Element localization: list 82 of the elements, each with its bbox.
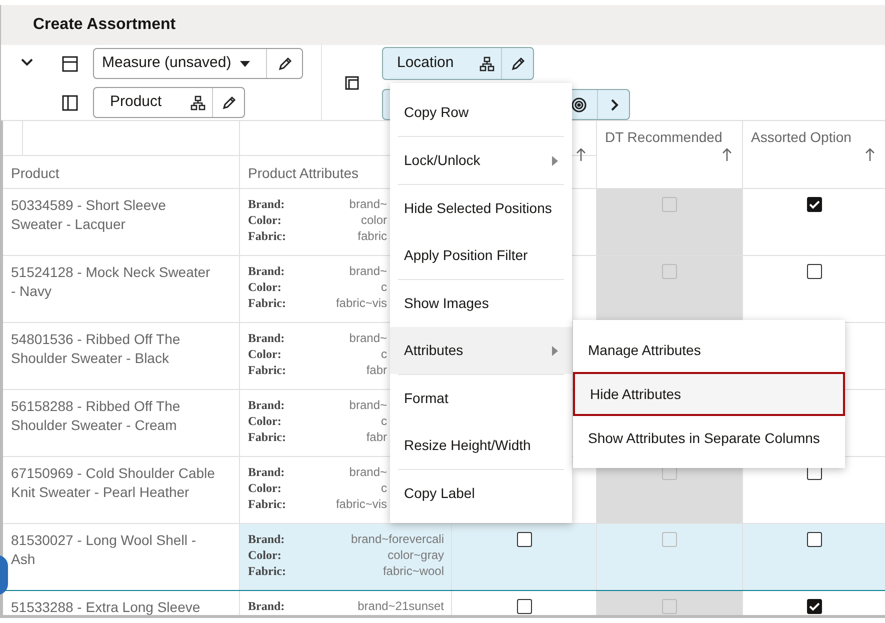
- attribute-value: brand~: [349, 464, 387, 481]
- attribute-value: brand~21sunset: [358, 598, 444, 615]
- product-name[interactable]: 54801536 - Ribbed Off The Shoulder Sweater - Black: [11, 330, 215, 368]
- attribute-value: brand~: [349, 330, 387, 347]
- attribute-label: Fabric:: [248, 295, 286, 312]
- attribute-label: Brand:: [248, 196, 285, 213]
- attribute-label: Brand:: [248, 397, 285, 414]
- menu-item[interactable]: Format: [390, 375, 572, 422]
- product-name[interactable]: 67150969 - Cold Shoulder Cable Knit Sweater - Pearl Heather: [11, 464, 215, 502]
- hierarchy-icon: [190, 94, 206, 110]
- product-name[interactable]: 50334589 - Short Sleeve Sweater - Lacquer: [11, 196, 215, 234]
- column-header[interactable]: Product Attributes: [248, 163, 359, 184]
- menu-item[interactable]: Show Images: [390, 280, 572, 327]
- attribute-value: c: [381, 279, 387, 296]
- column-header[interactable]: Product: [11, 163, 60, 184]
- chevron-right-icon: [608, 98, 618, 110]
- menu-item[interactable]: Copy Row: [390, 89, 572, 136]
- attribute-value: fabric~vis: [336, 295, 387, 312]
- column-header[interactable]: Assorted Option: [751, 127, 852, 148]
- attribute-label: Brand:: [248, 464, 285, 481]
- attribute-value: brand~: [349, 397, 387, 414]
- menu-item[interactable]: Apply Position Filter: [390, 232, 572, 279]
- attribute-value: fabr: [366, 429, 387, 446]
- attribute-label: Brand:: [248, 531, 285, 548]
- attribute-value: fabric~wool: [382, 563, 444, 580]
- menu-item[interactable]: Manage Attributes: [573, 328, 845, 372]
- column-header[interactable]: DT Recommended: [605, 127, 722, 148]
- menu-item[interactable]: Resize Height/Width: [390, 422, 572, 469]
- attribute-label: Color:: [248, 212, 282, 229]
- product-name[interactable]: 51524128 - Mock Neck Sweater - Navy: [11, 263, 215, 301]
- layout-columns-icon[interactable]: [61, 94, 79, 112]
- menu-item[interactable]: Lock/Unlock: [390, 137, 572, 184]
- attribute-label: Fabric:: [248, 429, 286, 446]
- checkbox[interactable]: [806, 197, 822, 212]
- attribute-value: brand~: [349, 263, 387, 280]
- attribute-value: fabric~vis: [336, 496, 387, 513]
- checkbox[interactable]: [516, 532, 532, 547]
- product-name[interactable]: 81530027 - Long Wool Shell - Ash: [11, 531, 215, 569]
- pencil-icon: [276, 56, 292, 72]
- checkbox[interactable]: [516, 599, 532, 614]
- attribute-label: Brand:: [248, 263, 285, 280]
- product-name[interactable]: 56158288 - Ribbed Off The Shoulder Sweater - Cream: [11, 397, 215, 435]
- caret-down-icon: [240, 60, 250, 66]
- pencil-icon: [510, 56, 526, 72]
- attribute-label: Fabric:: [248, 563, 286, 580]
- checkbox[interactable]: [806, 532, 822, 547]
- product-name[interactable]: 51533288 - Extra Long Sleeve: [11, 598, 215, 615]
- checkbox[interactable]: [806, 599, 822, 614]
- sort-arrow-icon[interactable]: [865, 148, 875, 162]
- menu-item[interactable]: Hide Attributes: [573, 372, 845, 416]
- pencil-icon: [220, 94, 236, 110]
- attribute-value: c: [381, 480, 387, 497]
- menu-item[interactable]: Attributes: [390, 327, 572, 374]
- page-title: Create Assortment: [33, 15, 176, 35]
- checkbox[interactable]: [806, 264, 822, 279]
- attribute-label: Fabric:: [248, 228, 286, 245]
- attribute-label: Color:: [248, 480, 282, 497]
- attribute-value: fabric: [358, 228, 387, 245]
- attribute-label: Color:: [248, 547, 282, 564]
- pivot-icon[interactable]: [344, 74, 360, 90]
- attribute-value: color~gray: [388, 547, 444, 564]
- attribute-label: Color:: [248, 279, 282, 296]
- attribute-label: Fabric:: [248, 496, 286, 513]
- hierarchy-icon: [479, 56, 495, 72]
- attribute-value: brand~: [349, 196, 387, 213]
- attribute-value: c: [381, 413, 387, 430]
- attribute-value: fabr: [366, 362, 387, 379]
- menu-item[interactable]: Hide Selected Positions: [390, 185, 572, 232]
- attribute-label: Brand:: [248, 330, 285, 347]
- attribute-label: Color:: [248, 346, 282, 363]
- target-icon[interactable]: [571, 96, 587, 112]
- menu-item[interactable]: Copy Label: [390, 470, 572, 517]
- attribute-value: c: [381, 346, 387, 363]
- attribute-label: Fabric:: [248, 362, 286, 379]
- sort-arrow-icon[interactable]: [722, 148, 732, 162]
- menu-item[interactable]: Show Attributes in Separate Columns: [573, 416, 845, 460]
- attribute-value: brand~forevercali: [350, 531, 444, 548]
- sort-arrow-icon[interactable]: [576, 148, 586, 162]
- attribute-label: Brand:: [248, 598, 285, 615]
- attribute-value: color: [360, 212, 387, 229]
- layout-rows-icon[interactable]: [61, 54, 79, 72]
- attribute-label: Color:: [248, 413, 282, 430]
